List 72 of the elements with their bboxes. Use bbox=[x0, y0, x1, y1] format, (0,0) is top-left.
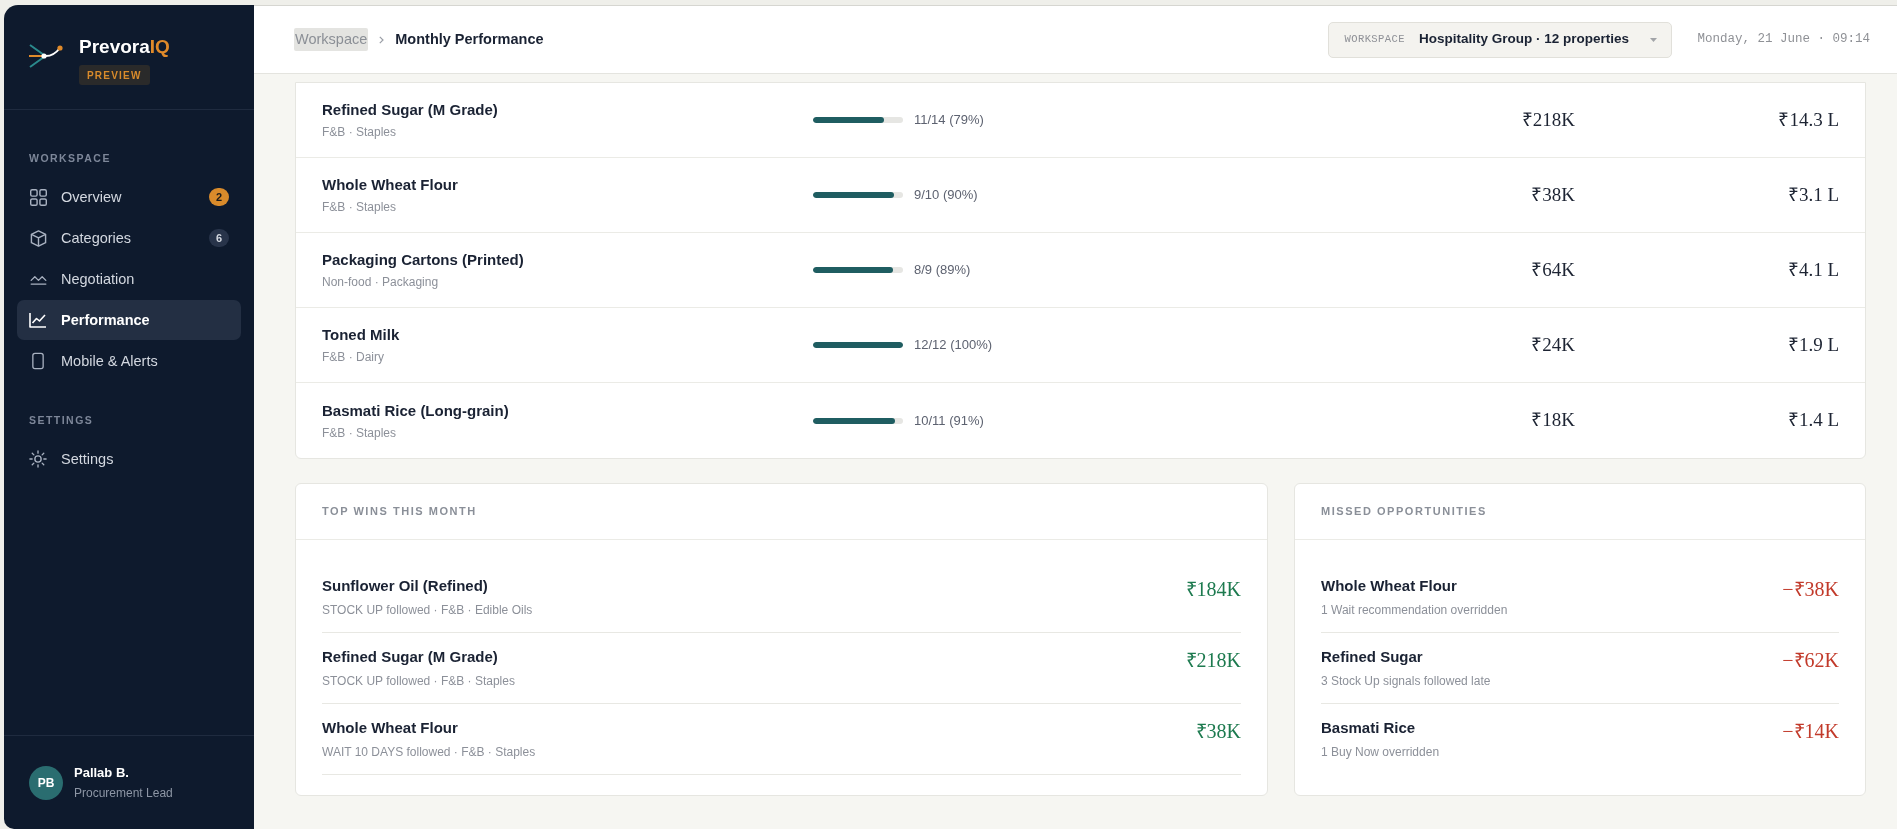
amount: ₹184K bbox=[1185, 577, 1241, 601]
table-cell-text: ₹1.9 L bbox=[1787, 332, 1839, 357]
table-cell-text: ₹218K bbox=[1521, 107, 1575, 132]
item-name: Basmati Rice (Long-grain) bbox=[322, 400, 510, 421]
wave-icon bbox=[29, 273, 47, 285]
item-name: Sunflower Oil (Refined) bbox=[322, 576, 489, 596]
item-detail: 1 Buy Now overridden bbox=[1321, 744, 1440, 760]
phone-icon bbox=[32, 352, 44, 370]
sidebar-item[interactable]: Performance bbox=[17, 300, 241, 340]
settings-icon bbox=[29, 450, 47, 468]
amount: ₹38K bbox=[1195, 719, 1241, 743]
sidebar-item[interactable]: Settings bbox=[17, 439, 241, 479]
item-name: Whole Wheat Flour bbox=[322, 175, 459, 195]
item-name: Refined Sugar bbox=[1321, 647, 1424, 667]
progress-reading: 8/9 (89%) bbox=[914, 261, 971, 280]
sidebar-item[interactable]: Mobile & Alerts bbox=[17, 341, 241, 381]
user-role: Procurement Lead bbox=[74, 785, 173, 801]
table-cell-text: ₹24K bbox=[1531, 332, 1575, 357]
sidebar-item[interactable]: Overview 2 bbox=[17, 177, 241, 217]
table-cell-text: ₹3.1 L bbox=[1787, 182, 1839, 207]
table-cell-text: ₹14.3 L bbox=[1778, 107, 1839, 132]
progress-reading: 9/10 (90%) bbox=[914, 186, 978, 205]
progress-reading: 12/12 (100%) bbox=[914, 336, 993, 355]
item-name: Toned Milk bbox=[322, 325, 401, 345]
item-detail: 3 Stock Up signals followed late bbox=[1321, 673, 1491, 689]
amount: −₹38K bbox=[1782, 577, 1839, 601]
brand-name: PrevoraIQ bbox=[79, 35, 170, 59]
item-name: Whole Wheat Flour bbox=[322, 718, 459, 738]
item-category: F&B · Dairy bbox=[322, 349, 385, 365]
table-cell-text: ₹4.1 L bbox=[1787, 257, 1839, 282]
item-category: Non-food · Packaging bbox=[322, 274, 440, 290]
item-name: Refined Sugar (M Grade) bbox=[322, 100, 499, 120]
table-cell-text: ₹64K bbox=[1531, 257, 1575, 282]
item-category: F&B · Staples bbox=[322, 124, 398, 140]
item-category: F&B · Staples bbox=[322, 199, 398, 215]
item-detail: 1 Wait recommendation overridden bbox=[1321, 602, 1508, 618]
count-badge: 2 bbox=[209, 188, 229, 206]
amount: ₹218K bbox=[1185, 648, 1241, 672]
avatar: PB bbox=[29, 765, 63, 800]
table-cell-text: ₹38K bbox=[1531, 182, 1575, 207]
section-label: SETTINGS bbox=[29, 413, 94, 427]
item-name: Whole Wheat Flour bbox=[1321, 576, 1458, 596]
panel-title: TOP WINS THIS MONTH bbox=[322, 504, 477, 520]
item-detail: WAIT 10 DAYS followed · F&B · Staples bbox=[322, 744, 536, 760]
breadcrumb-current: Monthly Performance bbox=[395, 29, 544, 49]
logo-icon bbox=[29, 43, 63, 69]
item-name: Refined Sugar (M Grade) bbox=[322, 647, 499, 667]
table-cell-text: ₹18K bbox=[1531, 408, 1575, 433]
grid-icon bbox=[29, 188, 47, 206]
workspace-picker[interactable]: WORKSPACE Hospitality Group · 12 properties bbox=[1328, 21, 1673, 58]
count-badge: 6 bbox=[209, 229, 229, 247]
item-name: Basmati Rice bbox=[1321, 718, 1417, 738]
user-name: Pallab B. bbox=[74, 764, 130, 782]
panel-title: MISSED OPPORTUNITIES bbox=[1321, 504, 1487, 520]
item-detail: STOCK UP followed · F&B · Staples bbox=[322, 673, 515, 689]
section-label: WORKSPACE bbox=[29, 151, 111, 165]
cube-icon bbox=[29, 229, 47, 247]
table-cell-text: ₹1.4 L bbox=[1787, 408, 1839, 433]
item-detail: STOCK UP followed · F&B · Edible Oils bbox=[322, 602, 533, 618]
sidebar-item[interactable]: Categories 6 bbox=[17, 218, 241, 258]
amount: −₹62K bbox=[1782, 648, 1839, 672]
line-chart-icon bbox=[29, 312, 47, 328]
item-name: Packaging Cartons (Printed) bbox=[322, 250, 525, 270]
sidebar-item[interactable]: Negotiation bbox=[17, 259, 241, 299]
amount: −₹14K bbox=[1782, 719, 1839, 743]
caret-icon bbox=[1650, 37, 1658, 42]
date-time: Monday, 21 June · 09:14 bbox=[1697, 31, 1870, 49]
progress-reading: 11/14 (79%) bbox=[914, 111, 984, 130]
chevron-right-icon bbox=[379, 35, 385, 44]
progress-reading: 10/11 (91%) bbox=[914, 411, 984, 430]
item-category: F&B · Staples bbox=[322, 424, 398, 441]
preview-badge: PREVIEW bbox=[79, 65, 150, 85]
